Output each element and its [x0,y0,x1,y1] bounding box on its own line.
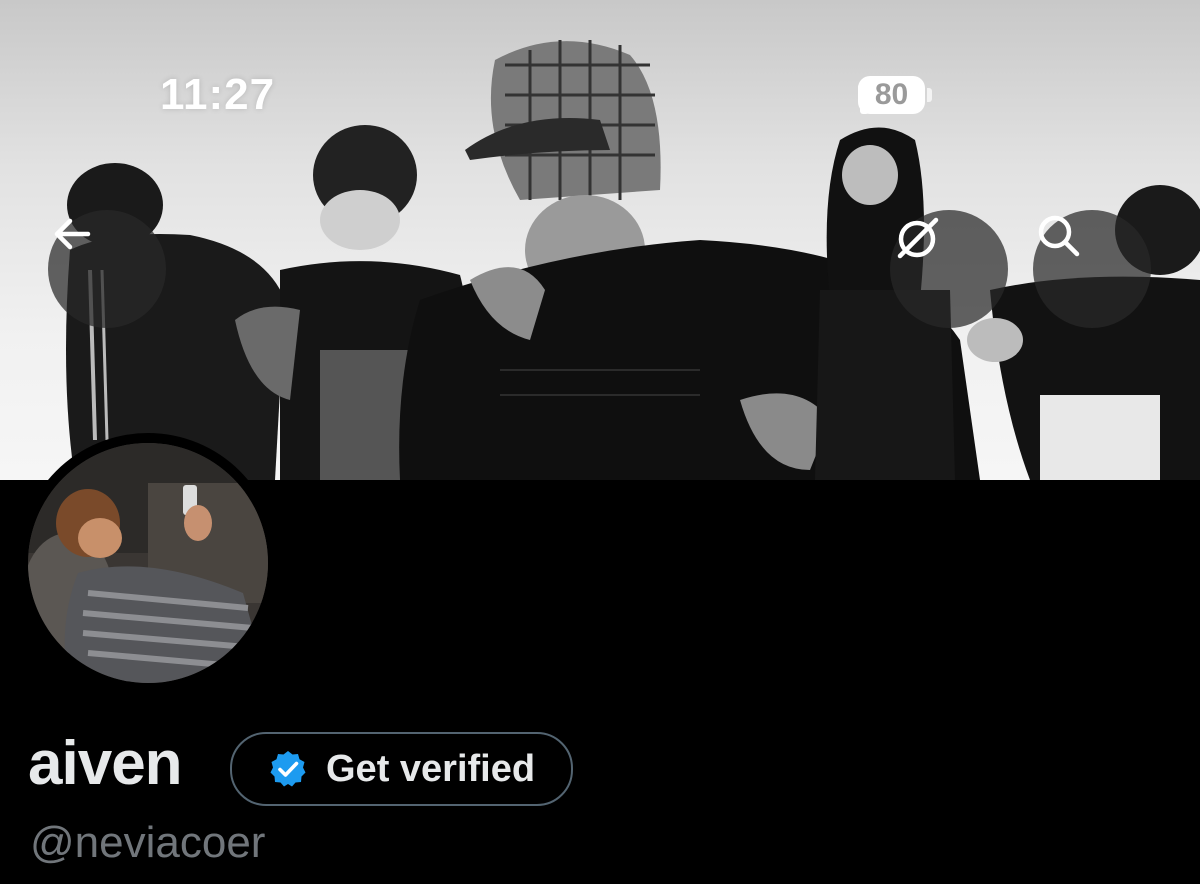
battery-cap [927,88,932,102]
grok-button[interactable] [890,210,1008,328]
verified-badge-icon [270,751,306,787]
arrow-left-icon [54,218,91,250]
grok-icon [897,217,939,259]
status-icons: 80 [858,76,932,114]
profile-screen: 11:27 80 aiven Get verified @neviacoer [0,0,1200,884]
search-button[interactable] [1033,210,1151,328]
battery-level: 80 [858,76,926,114]
display-name: aiven [28,729,183,798]
avatar-photo [28,443,268,683]
avatar[interactable] [18,433,278,693]
user-handle: @neviacoer [30,818,266,867]
profile-banner[interactable]: 11:27 80 [0,0,1200,480]
get-verified-button[interactable]: Get verified [230,732,574,806]
back-button[interactable] [48,210,166,328]
status-time: 11:27 [160,70,276,119]
get-verified-label: Get verified [326,747,536,790]
search-icon [1038,215,1080,257]
battery-icon: 80 [858,76,932,114]
